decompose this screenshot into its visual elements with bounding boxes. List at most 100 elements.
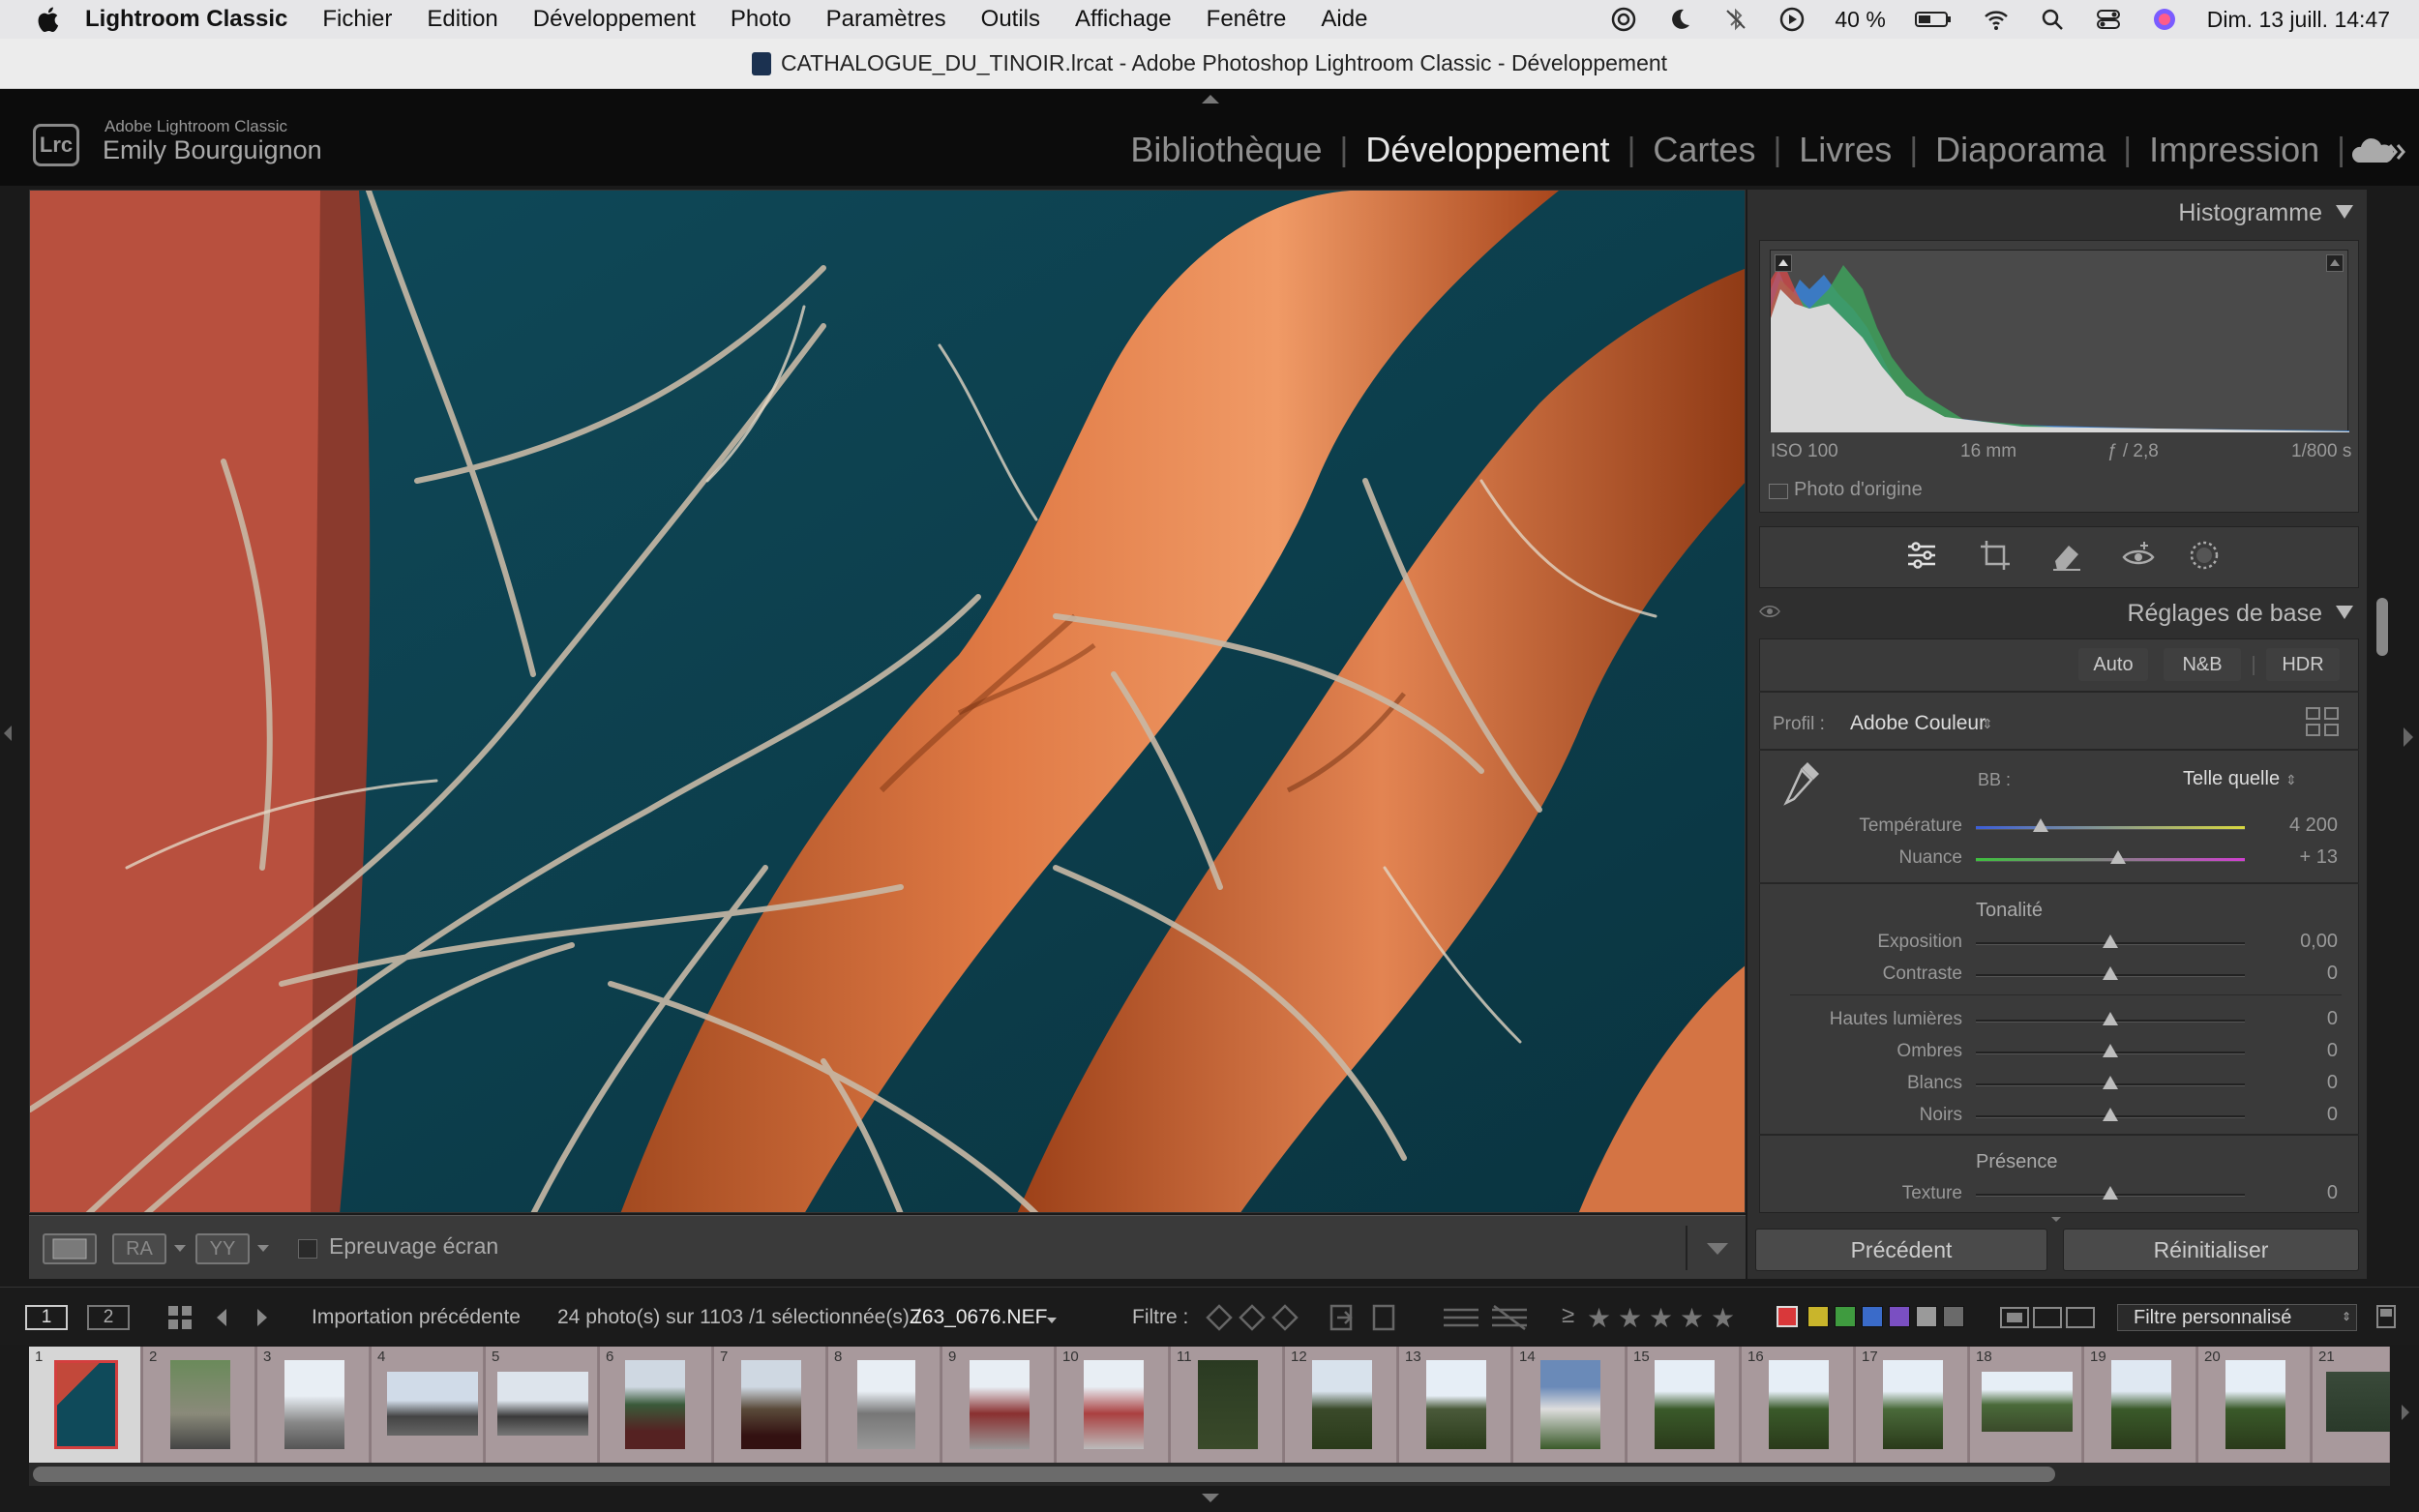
color-label-custom-swatch[interactable]	[1916, 1306, 1937, 1327]
film-thumb-4[interactable]: 4	[372, 1347, 484, 1463]
eraser-icon[interactable]	[2049, 538, 2084, 573]
menu-parametres[interactable]: Paramètres	[826, 6, 946, 33]
film-thumb-2[interactable]: 2	[143, 1347, 255, 1463]
highlight-clipping-icon[interactable]	[2326, 254, 2344, 272]
film-thumb-9[interactable]: 9	[942, 1347, 1055, 1463]
loupe-view-button[interactable]	[43, 1233, 97, 1264]
module-diaporama[interactable]: Diaporama	[1918, 130, 2123, 170]
film-thumb-15[interactable]: 15	[1628, 1347, 1740, 1463]
before-after-tb-button[interactable]: YY	[195, 1233, 250, 1264]
collapse-triangle-icon[interactable]	[2336, 606, 2353, 619]
module-bibliotheque[interactable]: Bibliothèque	[1113, 130, 1339, 170]
blacks-slider-thumb[interactable]	[2103, 1108, 2118, 1121]
menu-app-name[interactable]: Lightroom Classic	[85, 6, 287, 33]
eye-visibility-icon[interactable]	[1759, 604, 1780, 619]
temperature-slider[interactable]	[1976, 826, 2245, 830]
filter-preset-dropdown[interactable]: Filtre personnalisé	[2117, 1304, 2357, 1331]
star-filter-5-icon[interactable]: ★	[1711, 1302, 1735, 1334]
masking-icon[interactable]	[2187, 538, 2222, 573]
chevron-down-icon[interactable]	[257, 1245, 269, 1252]
search-icon[interactable]	[2039, 6, 2066, 33]
tint-value[interactable]: + 13	[2251, 846, 2338, 869]
film-thumb-20[interactable]: 20	[2198, 1347, 2311, 1463]
film-thumb-11[interactable]: 11	[1171, 1347, 1283, 1463]
texture-value[interactable]: 0	[2251, 1182, 2338, 1204]
histogram-title[interactable]: Histogramme	[2178, 199, 2322, 227]
profile-dropdown[interactable]: Adobe Couleur	[1850, 712, 1986, 735]
menubar-clock[interactable]: Dim. 13 juill. 14:47	[2207, 7, 2390, 33]
menu-developpement[interactable]: Développement	[533, 6, 696, 33]
shadows-slider-thumb[interactable]	[2103, 1044, 2118, 1057]
hdr-button[interactable]: HDR	[2266, 648, 2340, 681]
expand-left-panel-icon[interactable]	[4, 726, 12, 741]
shadows-value[interactable]: 0	[2251, 1040, 2338, 1062]
color-label-green-swatch[interactable]	[1835, 1306, 1856, 1327]
star-filter-4-icon[interactable]: ★	[1680, 1302, 1704, 1334]
grid-view-icon[interactable]	[166, 1304, 194, 1331]
menu-fenetre[interactable]: Fenêtre	[1207, 6, 1287, 33]
battery-icon[interactable]	[1914, 6, 1954, 33]
collapse-bottom-panel-icon[interactable]	[1202, 1494, 1219, 1502]
blacks-value[interactable]: 0	[2251, 1104, 2338, 1126]
edit-sliders-icon[interactable]	[1904, 538, 1939, 573]
exposure-slider-thumb[interactable]	[2103, 934, 2118, 948]
film-thumb-13[interactable]: 13	[1399, 1347, 1511, 1463]
film-thumb-7[interactable]: 7	[714, 1347, 826, 1463]
filmstrip-scrollbar-thumb[interactable]	[33, 1467, 2055, 1482]
chevron-down-icon[interactable]	[174, 1245, 186, 1252]
menu-outils[interactable]: Outils	[981, 6, 1040, 33]
collapse-right-panel-icon[interactable]	[2404, 727, 2413, 747]
menu-photo[interactable]: Photo	[731, 6, 791, 33]
eyedropper-icon[interactable]	[1775, 758, 1823, 809]
wb-dropdown[interactable]: Telle quelle	[2183, 768, 2280, 790]
right-panel-scrollbar[interactable]	[2376, 598, 2388, 656]
color-label-red-swatch[interactable]	[1777, 1306, 1798, 1327]
flag-filter-icons[interactable]	[1206, 1304, 1299, 1331]
rating-operator[interactable]: ≥	[1562, 1302, 1574, 1329]
filmstrip-filename[interactable]: Z63_0676.NEF	[910, 1306, 1047, 1329]
filmstrip-scroll-right-icon[interactable]	[2402, 1405, 2409, 1420]
softproof-checkbox[interactable]	[298, 1239, 317, 1259]
contrast-slider-thumb[interactable]	[2103, 966, 2118, 980]
film-thumb-19[interactable]: 19	[2084, 1347, 2196, 1463]
film-thumb-21[interactable]: 21	[2313, 1347, 2390, 1463]
original-photo-checkbox[interactable]	[1769, 484, 1788, 499]
histogram-graph[interactable]	[1770, 250, 2349, 432]
star-filter-3-icon[interactable]: ★	[1649, 1302, 1673, 1334]
color-label-blue-swatch[interactable]	[1862, 1306, 1883, 1327]
color-label-purple-swatch[interactable]	[1889, 1306, 1910, 1327]
reset-button[interactable]: Réinitialiser	[2063, 1229, 2359, 1271]
menu-fichier[interactable]: Fichier	[322, 6, 392, 33]
apple-icon[interactable]	[35, 5, 64, 34]
before-after-lr-button[interactable]: RA	[112, 1233, 166, 1264]
siri-icon[interactable]	[2151, 6, 2178, 33]
highlights-value[interactable]: 0	[2251, 1008, 2338, 1030]
tint-slider-thumb[interactable]	[2110, 850, 2127, 864]
menu-edition[interactable]: Edition	[427, 6, 497, 33]
wifi-icon[interactable]	[1983, 6, 2010, 33]
film-thumb-14[interactable]: 14	[1513, 1347, 1626, 1463]
kind-filter-icons[interactable]	[1999, 1304, 2096, 1331]
color-label-none-swatch[interactable]	[1943, 1306, 1964, 1327]
crop-icon[interactable]	[1978, 538, 2013, 573]
secondary-display-button[interactable]: 2	[87, 1305, 130, 1330]
filmstrip-source-label[interactable]: Importation précédente	[312, 1306, 521, 1329]
color-label-yellow-swatch[interactable]	[1807, 1306, 1829, 1327]
menu-affichage[interactable]: Affichage	[1075, 6, 1172, 33]
star-filter-2-icon[interactable]: ★	[1618, 1302, 1642, 1334]
highlights-slider-thumb[interactable]	[2103, 1012, 2118, 1025]
bluetooth-off-icon[interactable]	[1722, 6, 1749, 33]
module-cartes[interactable]: Cartes	[1635, 130, 1773, 170]
basic-panel-title[interactable]: Réglages de base	[2127, 600, 2322, 628]
shadow-clipping-icon[interactable]	[1775, 254, 1792, 272]
menu-aide[interactable]: Aide	[1321, 6, 1367, 33]
film-thumb-17[interactable]: 17	[1856, 1347, 1968, 1463]
film-thumb-10[interactable]: 10	[1057, 1347, 1169, 1463]
exposure-value[interactable]: 0,00	[2251, 931, 2338, 953]
contrast-value[interactable]: 0	[2251, 963, 2338, 985]
develop-photo-canvas[interactable]	[29, 190, 1746, 1213]
updown-chevron-icon[interactable]: ⇕	[1982, 716, 1993, 732]
cloud-sync-icon[interactable]	[2349, 135, 2407, 168]
film-thumb-6[interactable]: 6	[600, 1347, 712, 1463]
profile-browser-grid-icon[interactable]	[2305, 706, 2340, 737]
